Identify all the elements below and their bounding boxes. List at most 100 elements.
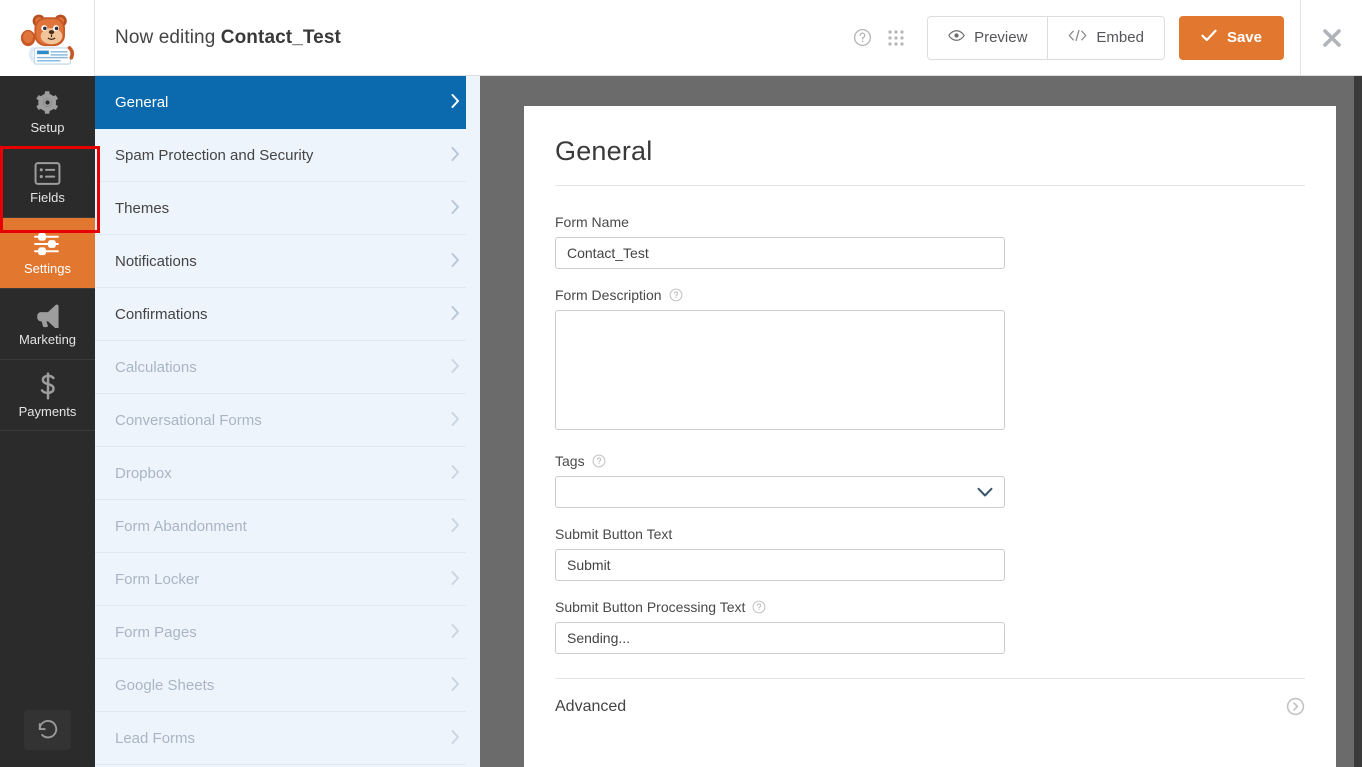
revisions-button[interactable] <box>24 710 71 750</box>
tags-label: Tags <box>555 453 1305 469</box>
submit-button-processing-text-label: Submit Button Processing Text <box>555 599 1305 615</box>
chevron-right-icon <box>451 147 460 163</box>
sidebar-item-label: Setup <box>30 119 65 135</box>
settings-item-label: Dropbox <box>115 464 172 482</box>
form-name-label: Form Name <box>555 214 629 230</box>
chevron-right-icon <box>451 465 460 481</box>
sidebar-item-settings[interactable]: Settings <box>0 218 95 289</box>
section-title: General <box>555 136 653 166</box>
settings-item-form-abandonment[interactable]: Form Abandonment <box>95 500 480 553</box>
sidebar-item-payments[interactable]: Payments <box>0 360 95 431</box>
form-name-input[interactable] <box>555 237 1005 269</box>
chevron-right-icon <box>451 412 460 428</box>
chevron-right-icon <box>451 94 460 110</box>
close-builder-button[interactable] <box>1300 0 1362 76</box>
settings-item-label: General <box>115 93 169 111</box>
header-actions: Preview Embed Save <box>845 0 1362 76</box>
chevron-right-icon <box>451 571 460 587</box>
settings-item-confirmations[interactable]: Confirmations <box>95 288 480 341</box>
settings-item-label: Conversational Forms <box>115 411 262 429</box>
settings-item-label: Google Sheets <box>115 676 215 694</box>
chevron-right-icon <box>451 306 460 322</box>
sidebar-item-setup[interactable]: Setup <box>0 76 95 147</box>
close-x-icon <box>1322 28 1341 47</box>
question-circle-icon[interactable] <box>592 454 606 468</box>
form-description-textarea[interactable] <box>555 310 1005 430</box>
general-settings-card: General Form Name Form Description <box>524 106 1336 767</box>
tags-select[interactable] <box>555 476 1005 508</box>
dollar-sign-icon <box>38 372 58 400</box>
settings-item-form-locker[interactable]: Form Locker <box>95 553 480 606</box>
sidebar-item-label: Settings <box>24 261 71 276</box>
title-divider <box>555 185 1305 186</box>
settings-item-label: Themes <box>115 199 170 217</box>
settings-item-label: Form Pages <box>115 623 197 641</box>
settings-panel-scroll-edge <box>466 76 480 767</box>
advanced-section-toggle[interactable]: Advanced <box>555 679 1305 732</box>
builder-left-nav: Setup Fields Settings Marketing Payments <box>0 76 95 767</box>
settings-item-themes[interactable]: Themes <box>95 182 480 235</box>
settings-item-google-sheets[interactable]: Google Sheets <box>95 659 480 712</box>
question-circle-icon[interactable] <box>752 600 766 614</box>
sidebar-item-fields[interactable]: Fields <box>0 147 95 218</box>
settings-item-spam-protection-and-security[interactable]: Spam Protection and Security <box>95 129 480 182</box>
checkmark-icon <box>1201 29 1217 46</box>
settings-item-conversational-forms[interactable]: Conversational Forms <box>95 394 480 447</box>
eye-icon <box>948 29 965 46</box>
chevron-right-icon <box>451 253 460 269</box>
question-circle-icon[interactable] <box>669 288 683 302</box>
submit-button-text-label: Submit Button Text <box>555 526 673 542</box>
chevron-right-icon <box>451 359 460 375</box>
sidebar-item-label: Fields <box>30 189 65 205</box>
settings-list-panel: General Spam Protection and Security The… <box>95 76 480 767</box>
wpforms-builder: Now editing Contact_Test Preview Embed S… <box>0 0 1362 767</box>
settings-item-label: Form Abandonment <box>115 517 247 535</box>
settings-item-lead-forms[interactable]: Lead Forms <box>95 712 480 765</box>
embed-label: Embed <box>1096 29 1144 46</box>
settings-item-label: Spam Protection and Security <box>115 146 314 164</box>
settings-item-label: Lead Forms <box>115 729 196 747</box>
wpforms-bear-mascot-logo <box>20 14 75 65</box>
page-scrollbar[interactable] <box>1354 76 1362 767</box>
field-form-name: Form Name <box>555 214 1305 269</box>
chevron-right-icon <box>451 677 460 693</box>
sliders-icon <box>33 231 62 257</box>
advanced-label: Advanced <box>555 697 627 715</box>
field-tags: Tags <box>555 453 1305 508</box>
save-button[interactable]: Save <box>1178 15 1284 60</box>
preview-button[interactable]: Preview <box>928 16 1048 59</box>
grid-dots-icon[interactable] <box>879 21 913 55</box>
field-submit-button-text: Submit Button Text <box>555 526 1305 581</box>
megaphone-icon <box>34 302 62 328</box>
wpforms-logo <box>0 0 95 76</box>
builder-header: Now editing Contact_Test Preview Embed S… <box>0 0 1362 76</box>
settings-item-general[interactable]: General <box>95 76 480 129</box>
settings-item-calculations[interactable]: Calculations <box>95 341 480 394</box>
settings-content-area: General Form Name Form Description <box>480 76 1362 767</box>
title-prefix: Now editing <box>115 26 216 48</box>
list-form-icon <box>34 161 61 186</box>
editing-form-name: Contact_Test <box>220 26 341 48</box>
chevron-right-icon <box>451 730 460 746</box>
field-form-description: Form Description <box>555 287 1305 435</box>
submit-button-processing-text-input[interactable] <box>555 622 1005 654</box>
embed-button[interactable]: Embed <box>1047 16 1164 59</box>
chevron-right-circle-icon[interactable] <box>1286 697 1305 716</box>
sidebar-item-label: Marketing <box>18 332 77 347</box>
gear-icon <box>34 89 61 116</box>
submit-button-text-input[interactable] <box>555 549 1005 581</box>
form-description-label: Form Description <box>555 287 1305 303</box>
sidebar-item-marketing[interactable]: Marketing <box>0 289 95 360</box>
help-circle-icon[interactable] <box>845 21 879 55</box>
settings-item-notifications[interactable]: Notifications <box>95 235 480 288</box>
code-brackets-icon <box>1068 29 1087 46</box>
settings-item-label: Calculations <box>115 358 197 376</box>
settings-item-dropbox[interactable]: Dropbox <box>95 447 480 500</box>
chevron-right-icon <box>451 624 460 640</box>
settings-item-label: Confirmations <box>115 305 208 323</box>
field-submit-button-processing-text: Submit Button Processing Text <box>555 599 1305 654</box>
sidebar-item-label: Payments <box>18 404 77 419</box>
preview-embed-group: Preview Embed <box>927 15 1165 60</box>
settings-item-form-pages[interactable]: Form Pages <box>95 606 480 659</box>
preview-label: Preview <box>974 29 1028 46</box>
